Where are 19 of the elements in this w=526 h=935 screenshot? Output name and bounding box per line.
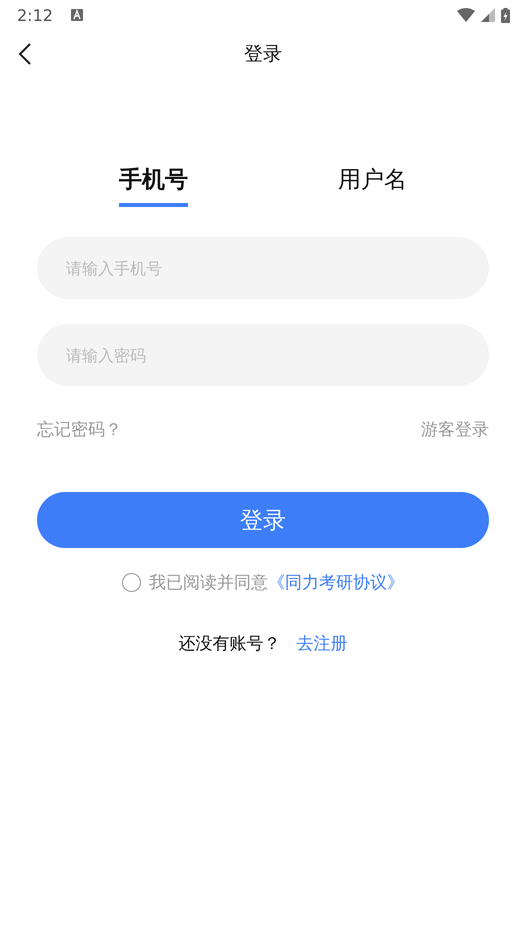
status-time: 2:12 [17,6,53,24]
guest-login-link[interactable]: 游客登录 [421,418,489,441]
back-icon[interactable] [18,42,32,66]
wifi-icon [457,8,475,22]
forgot-password-link[interactable]: 忘记密码？ [37,418,122,441]
agreement-link[interactable]: 《同力考研协议》 [268,571,404,594]
battery-icon [501,8,510,22]
register-prompt: 还没有账号？ [178,633,280,655]
agreement-checkbox[interactable] [122,573,141,592]
login-tab[interactable]: 手机号 [119,164,188,207]
input-field[interactable]: 请输入密码 [37,324,489,386]
login-button[interactable]: 登录 [37,492,489,548]
register-link[interactable]: 去注册 [296,632,348,655]
login-tab[interactable]: 用户名 [338,164,407,207]
agreement-text: 我已阅读并同意 [149,572,268,594]
page-title: 登录 [244,42,282,67]
notification-icon [70,9,83,21]
signal-icon [481,8,495,22]
input-field[interactable]: 请输入手机号 [37,237,489,299]
